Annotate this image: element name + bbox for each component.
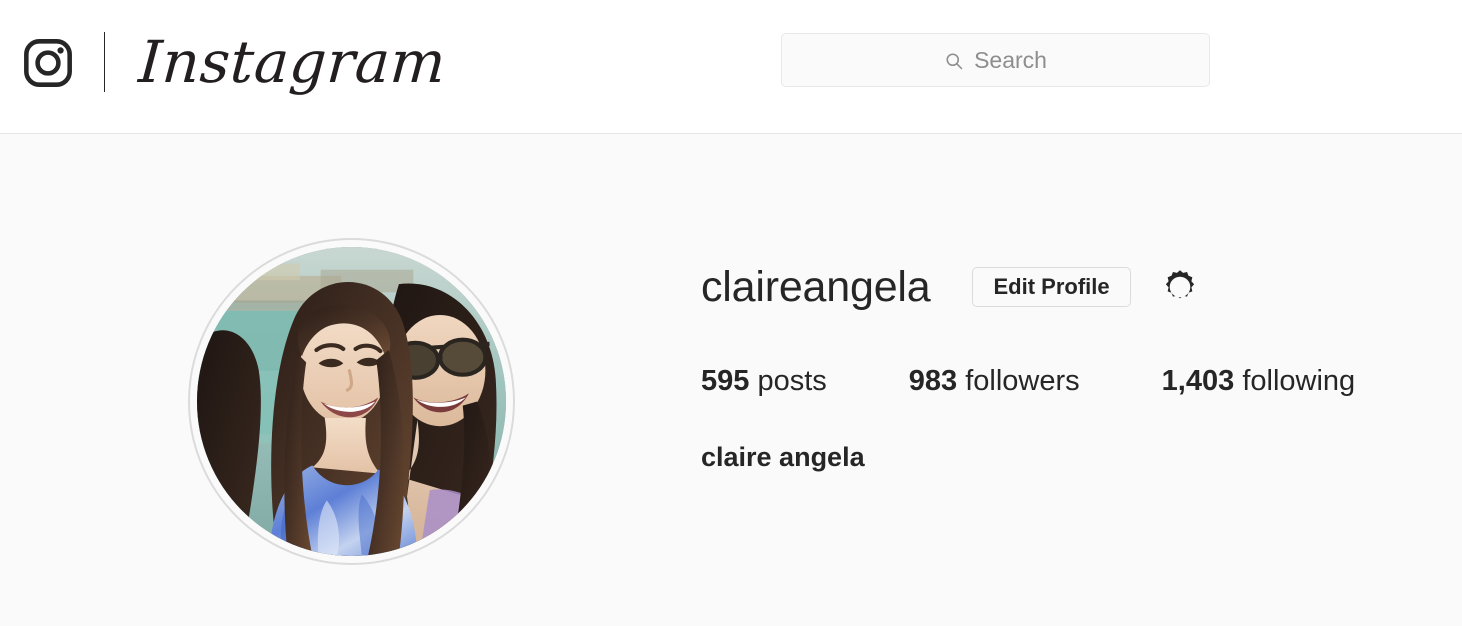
profile-full-name: claire angela	[701, 442, 865, 472]
profile-section: claireangela Edit Profile 595 posts 983 …	[0, 134, 1462, 626]
brand-divider	[104, 32, 105, 92]
brand-logo-group[interactable]: Instagram	[22, 26, 449, 98]
gear-icon[interactable]	[1159, 266, 1201, 308]
instagram-camera-icon[interactable]	[22, 35, 74, 89]
profile-info: claireangela Edit Profile 595 posts 983 …	[701, 254, 1444, 472]
stat-following-label: following	[1242, 365, 1356, 397]
profile-header-row: claireangela Edit Profile	[701, 254, 1444, 320]
stat-posts-label: posts	[757, 365, 827, 397]
app-header: Instagram Search	[0, 0, 1462, 134]
stat-followers[interactable]: 983 followers	[909, 364, 1080, 398]
instagram-wordmark[interactable]: Instagram	[137, 28, 449, 96]
edit-profile-button[interactable]: Edit Profile	[972, 267, 1131, 307]
stat-followers-label: followers	[965, 365, 1080, 397]
search-box[interactable]: Search	[781, 33, 1210, 87]
avatar[interactable]	[188, 238, 515, 565]
stat-followers-count: 983	[908, 365, 958, 397]
profile-stats: 595 posts 983 followers 1,403 following	[701, 364, 1444, 398]
stat-posts[interactable]: 595 posts	[701, 364, 827, 398]
avatar-photo	[197, 247, 506, 556]
stat-following-count: 1,403	[1161, 365, 1235, 397]
page-title: claireangela	[701, 263, 931, 311]
stat-posts-count: 595	[701, 365, 750, 397]
stat-following[interactable]: 1,403 following	[1162, 364, 1355, 398]
